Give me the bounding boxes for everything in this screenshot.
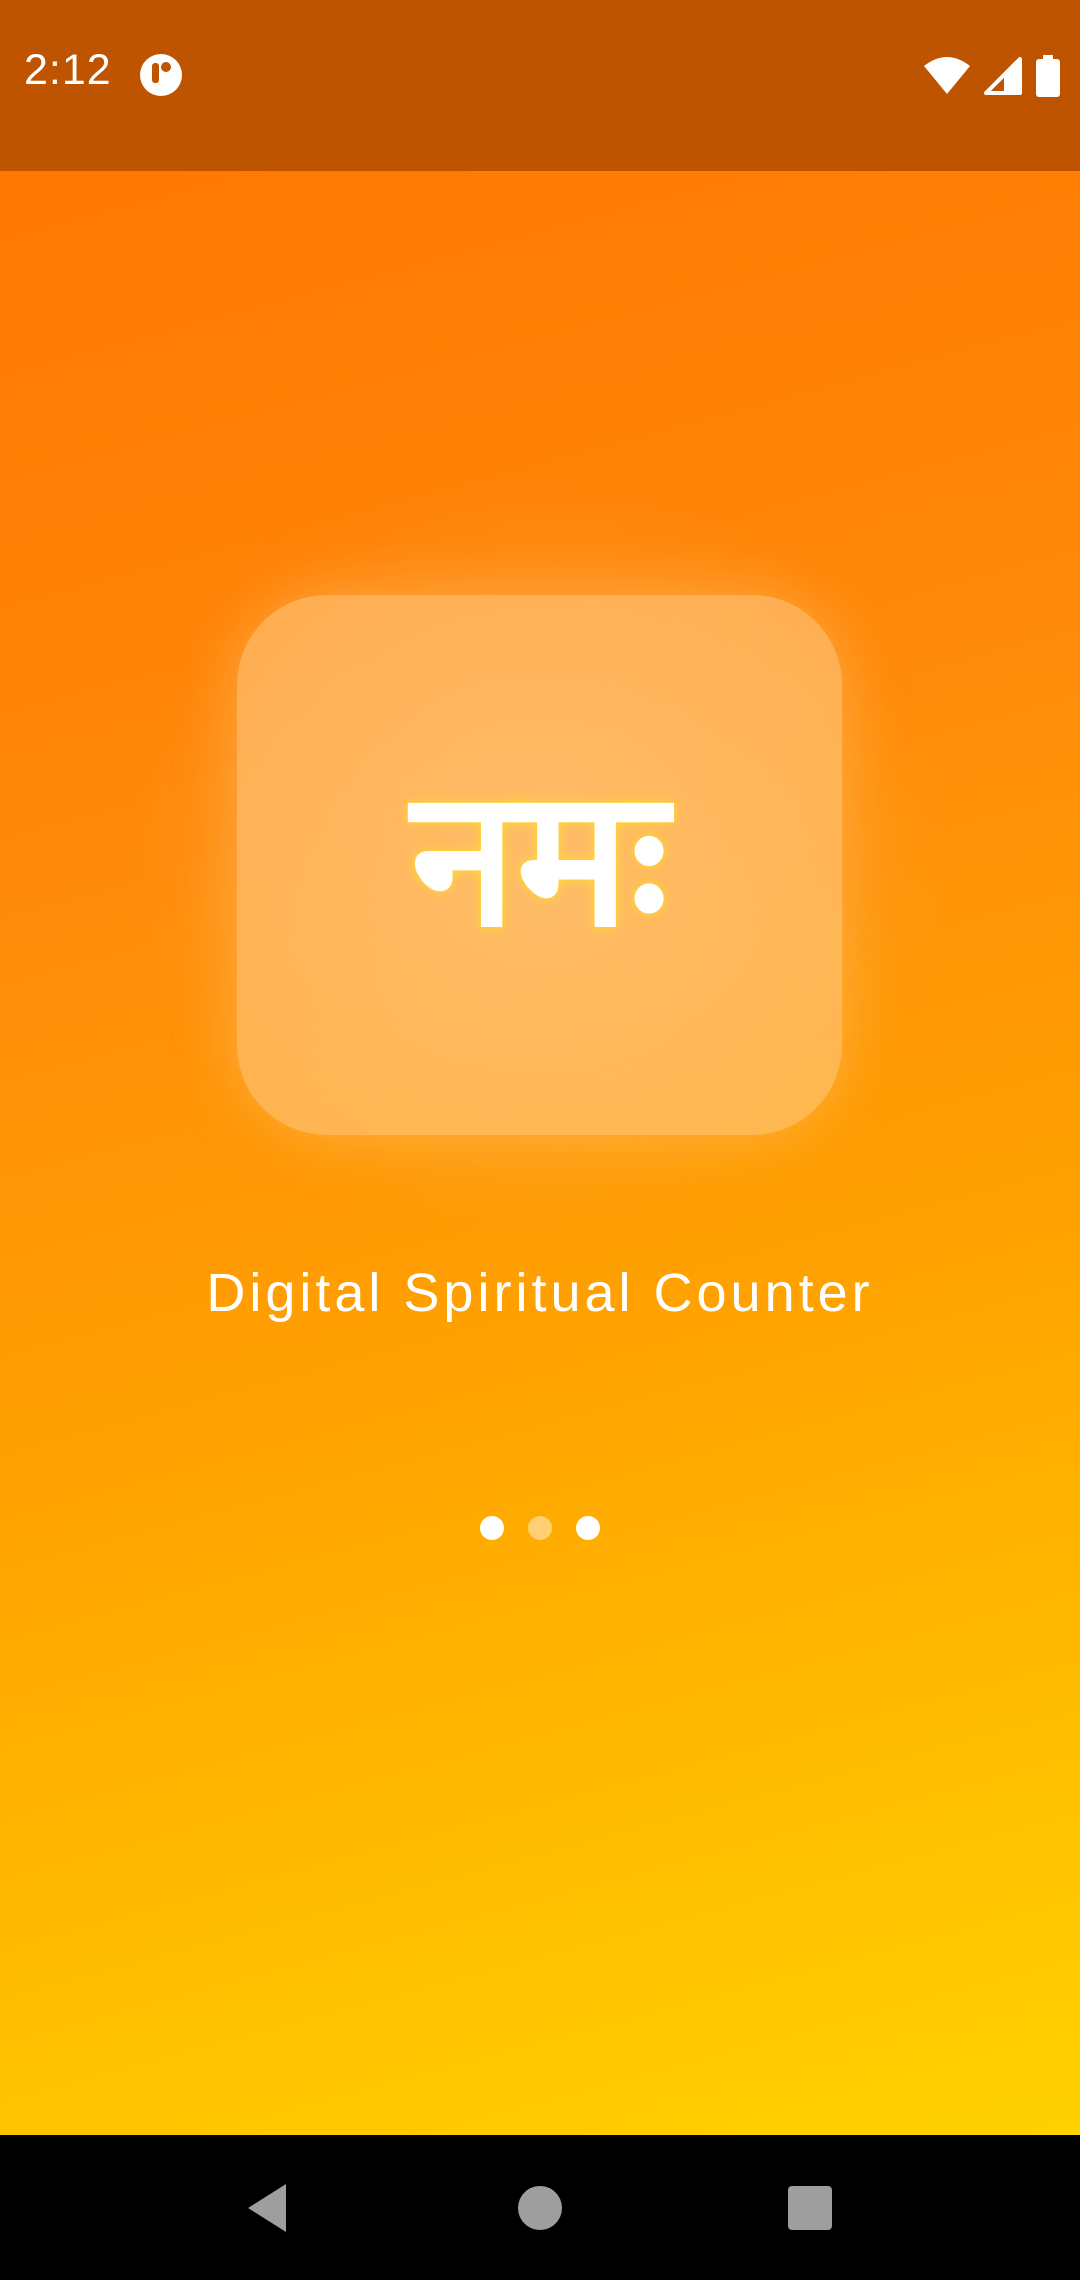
loading-dot [576,1516,600,1540]
app-tagline: Digital Spiritual Counter [206,1263,874,1323]
status-bar: 2:12 [0,0,1080,171]
cell-signal-icon [984,57,1022,95]
wifi-icon [924,57,970,94]
app-notification-icon [140,54,182,96]
status-time: 2:12 [24,46,112,94]
status-icons [910,52,1060,100]
recents-icon[interactable] [780,2178,840,2238]
logo-text: नमः [410,747,669,969]
splash-screen: 2:12 नमः Digital Spiritual Counter [0,0,1080,2280]
back-icon[interactable] [238,2178,298,2238]
loading-dot [528,1516,552,1540]
loading-dot [480,1516,504,1540]
home-icon[interactable] [510,2178,570,2238]
battery-icon [1036,55,1060,97]
loading-indicator [0,1516,1080,1540]
app-logo: नमः [237,595,842,1135]
